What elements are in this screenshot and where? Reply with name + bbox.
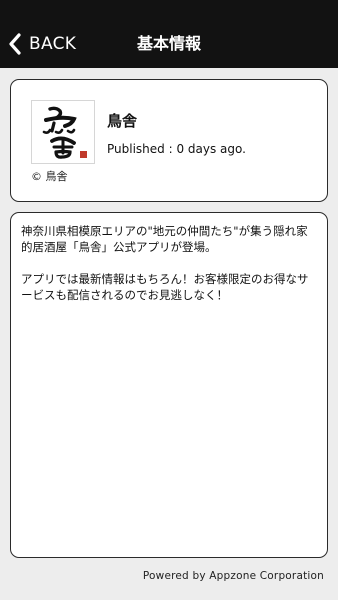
copyright-text: © 鳥舎 <box>31 170 68 183</box>
description-card: 神奈川県相模原エリアの"地元の仲間たち"が集う隠れ家的居酒屋「鳥舎」公式アプリが… <box>10 212 328 558</box>
published-date: Published : 0 days ago. <box>107 142 246 156</box>
powered-by-footer: Powered by Appzone Corporation <box>142 570 324 582</box>
navigation-bar: BACK 基本情報 <box>0 20 338 68</box>
seal-stamp <box>80 151 87 158</box>
page-title: 基本情報 <box>136 34 201 53</box>
app-description: 神奈川県相模原エリアの"地元の仲間たち"が集う隠れ家的居酒屋「鳥舎」公式アプリが… <box>21 224 309 302</box>
app-info-card: © 鳥舎 鳥舎 Published : 0 days ago. <box>10 79 328 202</box>
app-name: 鳥舎 <box>107 112 138 130</box>
brush-calligraphy-logo-image <box>42 106 87 159</box>
status-bar <box>0 0 338 20</box>
app-logo <box>31 100 95 164</box>
